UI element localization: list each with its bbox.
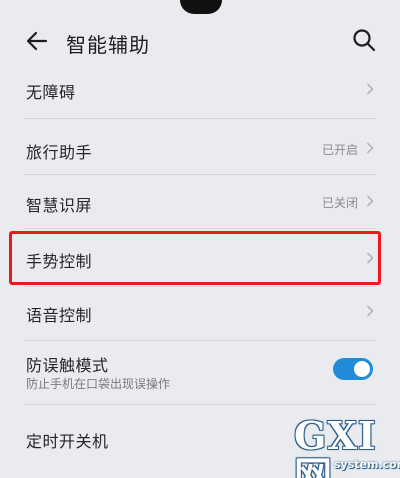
header-bar: 智能辅助 (0, 18, 400, 62)
divider (24, 118, 376, 119)
item-label: 语音控制 (26, 306, 93, 325)
item-description: 防止手机在口袋出现误操作 (26, 377, 171, 391)
toggle-knob (354, 361, 370, 377)
search-button[interactable] (351, 27, 377, 53)
item-label: 防误触模式 (26, 356, 109, 375)
item-label: 智慧识屏 (26, 196, 93, 215)
menu-item-smart-screen-recognition[interactable]: 智慧识屏 已关闭 (0, 176, 400, 228)
item-status: 已关闭 (321, 196, 358, 210)
divider (24, 174, 376, 175)
item-label: 定时开关机 (26, 432, 109, 451)
menu-item-travel-assistant[interactable]: 旅行助手 已开启 (0, 122, 400, 174)
search-icon (353, 29, 376, 52)
item-label: 无障碍 (26, 83, 76, 102)
arrow-left-icon (26, 31, 48, 51)
chevron-right-icon (366, 305, 374, 317)
divider (24, 340, 376, 341)
chevron-right-icon (366, 195, 374, 207)
chevron-right-icon (366, 252, 374, 264)
divider (24, 404, 376, 405)
menu-item-accessibility[interactable]: 无障碍 (0, 62, 400, 114)
pocket-mode-toggle[interactable] (333, 358, 373, 380)
divider (24, 286, 376, 287)
watermark-site: system.com (334, 458, 400, 471)
camera-notch (180, 0, 222, 14)
item-label: 旅行助手 (26, 143, 93, 162)
divider (24, 228, 376, 229)
menu-item-voice-control[interactable]: 语音控制 (0, 288, 400, 338)
item-label: 手势控制 (26, 252, 93, 271)
chevron-right-icon (366, 83, 374, 95)
item-status: 已开启 (321, 143, 358, 157)
back-button[interactable] (24, 28, 50, 54)
site-watermark: GXI网 system.com (294, 416, 400, 478)
settings-screen: 智能辅助 无障碍 旅行助手 已开启 智慧识屏 已关闭 手势控制 语音控制 防误触… (0, 0, 400, 478)
chevron-right-icon (366, 142, 374, 154)
menu-item-gesture-control[interactable]: 手势控制 (0, 232, 400, 284)
page-title: 智能辅助 (66, 33, 150, 57)
